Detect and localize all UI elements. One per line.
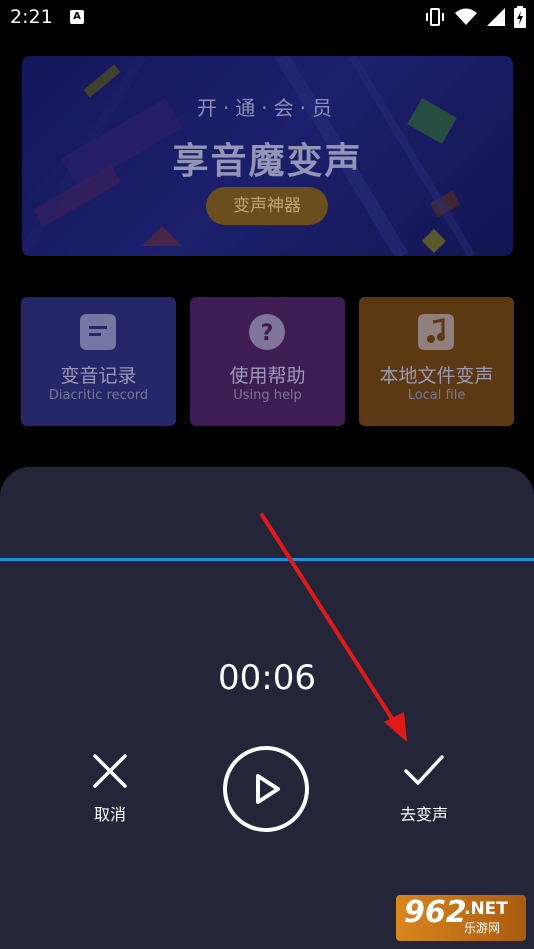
tile-subtitle: Local file — [407, 388, 466, 403]
tile-subtitle: Diacritic record — [48, 388, 149, 403]
wifi-icon — [455, 8, 477, 25]
status-time: 2:21 — [10, 6, 53, 28]
banner-subtitle: 开·通·会·员 — [196, 96, 339, 120]
vibrate-icon — [426, 8, 444, 26]
battery-icon — [514, 6, 526, 28]
watermark-logo: 962 .NET 乐游网 — [396, 895, 526, 941]
cancel-button[interactable]: 取消 — [70, 747, 150, 825]
tile-subtitle: Using help — [233, 388, 302, 403]
status-bar: 2:21 A — [0, 0, 534, 36]
recording-sheet: 00:06 取消 去变声 — [0, 467, 534, 949]
cancel-label: 取消 — [93, 805, 126, 824]
tile-title: 变音记录 — [60, 365, 137, 387]
document-icon — [80, 314, 116, 350]
music-icon — [418, 314, 454, 350]
confirm-label: 去变声 — [399, 805, 448, 824]
tile-local-file[interactable]: 本地文件变声 Local file — [359, 297, 514, 426]
help-icon: ? — [249, 314, 285, 350]
play-icon — [223, 746, 309, 832]
banner-title: 享音魔变声 — [172, 141, 363, 182]
status-icons — [424, 6, 526, 28]
vip-banner[interactable]: 开·通·会·员 享音魔变声 变声神器 — [22, 56, 513, 256]
recording-timer: 00:06 — [218, 658, 316, 698]
banner-button[interactable]: 变声神器 — [206, 187, 328, 225]
watermark-suffix: .NET — [464, 899, 508, 919]
check-icon — [404, 755, 444, 785]
waveform-line — [0, 558, 534, 561]
confirm-button[interactable]: 去变声 — [384, 747, 464, 825]
tile-voice-record[interactable]: 变音记录 Diacritic record — [21, 297, 176, 426]
tile-help[interactable]: ? 使用帮助 Using help — [190, 297, 345, 426]
svg-text:?: ? — [261, 321, 274, 346]
watermark-number: 962 — [404, 895, 467, 930]
close-icon — [93, 754, 127, 788]
tile-title: 使用帮助 — [229, 365, 306, 387]
watermark-text: 乐游网 — [464, 921, 501, 935]
tile-title: 本地文件变声 — [379, 365, 494, 387]
play-button[interactable] — [221, 744, 311, 834]
notification-icon: A — [70, 10, 84, 24]
signal-icon — [487, 8, 505, 26]
